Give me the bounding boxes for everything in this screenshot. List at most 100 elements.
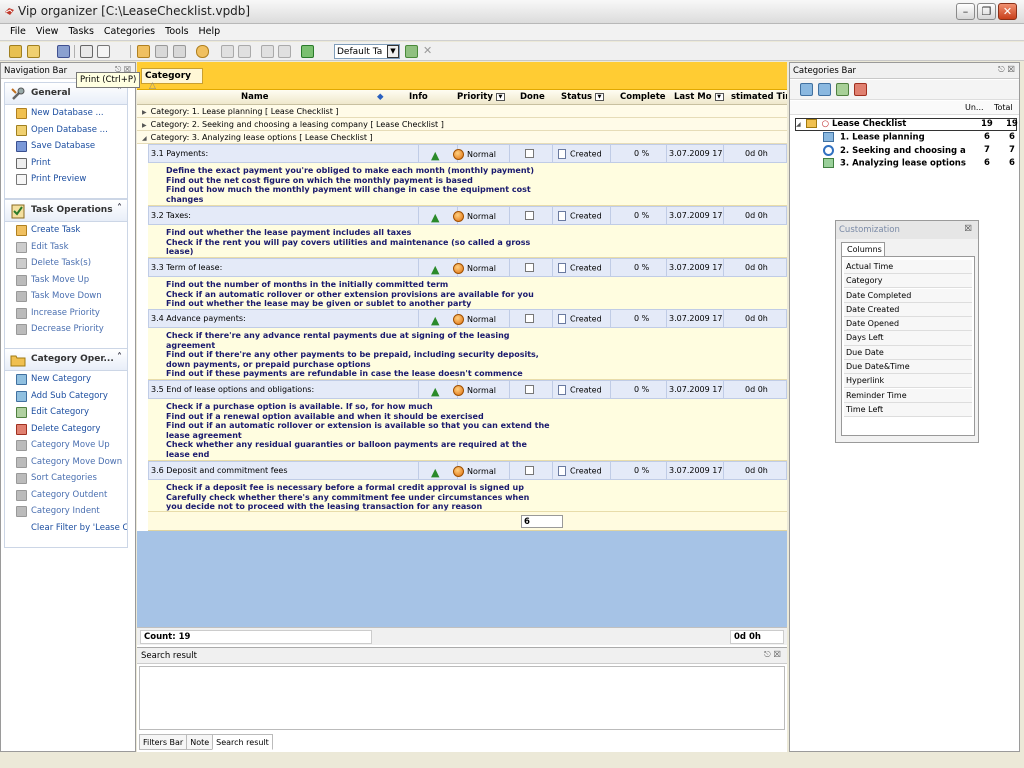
move-down-icon[interactable] — [238, 45, 251, 58]
task-row[interactable]: 3.3 Term of lease: ▲ Normal Created 0 % … — [148, 258, 787, 277]
nav-sort-categories[interactable]: Sort Categories — [5, 470, 127, 487]
task-priority[interactable]: Normal — [451, 207, 510, 224]
task-done[interactable] — [510, 145, 553, 162]
open-database-icon[interactable] — [27, 45, 40, 58]
filter-icon[interactable]: ▼ — [595, 92, 605, 101]
move-up-icon[interactable] — [221, 45, 234, 58]
column-option[interactable]: Date Completed — [844, 288, 972, 303]
link-icon[interactable] — [196, 45, 209, 58]
column-option[interactable]: Actual Time — [844, 260, 972, 275]
task-status[interactable]: Created — [553, 145, 611, 162]
delete-category-icon[interactable] — [854, 83, 867, 96]
task-done[interactable] — [510, 462, 553, 479]
menu-view[interactable]: View — [31, 24, 64, 37]
nav-open-database[interactable]: Open Database ... — [5, 122, 127, 139]
nav-decrease-priority[interactable]: Decrease Priority — [5, 321, 127, 338]
column-option[interactable]: Hyperlink — [844, 374, 972, 389]
task-done[interactable] — [510, 259, 553, 276]
done-checkbox[interactable] — [525, 149, 534, 158]
menu-tasks[interactable]: Tasks — [63, 24, 98, 37]
print-icon[interactable] — [80, 45, 93, 58]
column-info[interactable]: Info — [409, 92, 428, 102]
apply-view-icon[interactable] — [405, 45, 418, 58]
filter-icon[interactable]: ▼ — [495, 92, 505, 101]
tab-filters-bar[interactable]: Filters Bar — [139, 734, 188, 750]
close-button[interactable]: ✕ — [998, 3, 1017, 20]
collapse-arrow-icon[interactable]: ◢ — [796, 121, 801, 128]
nav-add-sub-category[interactable]: Add Sub Category — [5, 388, 127, 405]
info-diamond-icon[interactable]: ◆ — [377, 92, 384, 102]
task-status[interactable]: Created — [553, 462, 611, 479]
save-database-icon[interactable] — [57, 45, 70, 58]
column-estimated-time[interactable]: stimated Tim — [731, 92, 787, 102]
menu-file[interactable]: File — [5, 24, 31, 37]
task-row[interactable]: 3.2 Taxes: ▲ Normal Created 0 % 3.07.200… — [148, 206, 787, 225]
column-option[interactable]: Days Left — [844, 331, 972, 346]
menu-tools[interactable]: Tools — [160, 24, 193, 37]
group-row-seeking-company[interactable]: ▶ Category: 2. Seeking and choosing a lea… — [137, 118, 787, 131]
task-row[interactable]: 3.5 End of lease options and obligations… — [148, 380, 787, 399]
nav-clear-filter[interactable]: Clear Filter by 'Lease C... — [5, 520, 127, 537]
group-row-analyzing-options[interactable]: ◢ Category: 3. Analyzing lease options [ … — [137, 131, 787, 144]
expand-arrow-icon[interactable]: ▶ — [142, 109, 147, 116]
column-last-modified[interactable]: Last Mo ▼ — [674, 92, 724, 102]
nav-category-outdent[interactable]: Category Outdent — [5, 487, 127, 504]
task-priority[interactable]: Normal — [451, 381, 510, 398]
menu-help[interactable]: Help — [194, 24, 226, 37]
task-priority[interactable]: Normal — [451, 145, 510, 162]
nav-save-database[interactable]: Save Database — [5, 138, 127, 155]
add-sub-category-icon[interactable] — [818, 83, 831, 96]
nav-new-database[interactable]: New Database ... — [5, 105, 127, 122]
print-preview-icon[interactable] — [97, 45, 110, 58]
task-operations-header[interactable]: Task Operations ˄ — [5, 200, 127, 222]
menu-categories[interactable]: Categories — [99, 24, 160, 37]
tab-columns[interactable]: Columns — [841, 242, 885, 256]
nav-category-move-up[interactable]: Category Move Up — [5, 437, 127, 454]
expand-arrow-icon[interactable]: ▶ — [142, 122, 147, 129]
done-checkbox[interactable] — [525, 211, 534, 220]
nav-edit-task[interactable]: Edit Task — [5, 239, 127, 256]
nav-category-indent[interactable]: Category Indent — [5, 503, 127, 520]
close-icon[interactable]: ☒ — [964, 224, 972, 234]
column-uncompleted[interactable]: Un... — [965, 103, 984, 112]
category-node-analyzing-options[interactable]: 3. Analyzing lease options 6 6 — [823, 158, 1015, 171]
done-checkbox[interactable] — [525, 466, 534, 475]
pin-icon[interactable]: ⎋ ☒ — [998, 65, 1015, 75]
task-row[interactable]: 3.4 Advance payments: ▲ Normal Created 0… — [148, 309, 787, 328]
column-status[interactable]: Status ▼ — [561, 92, 605, 102]
pin-icon[interactable]: ⎋ ☒ — [764, 650, 781, 660]
task-status[interactable]: Created — [553, 381, 611, 398]
done-checkbox[interactable] — [525, 314, 534, 323]
task-done[interactable] — [510, 207, 553, 224]
column-priority[interactable]: Priority ▼ — [457, 92, 505, 102]
nav-print[interactable]: Print — [5, 155, 127, 172]
chevron-down-icon[interactable]: ▼ — [387, 45, 399, 58]
column-option[interactable]: Reminder Time — [844, 388, 972, 403]
column-option[interactable]: Category — [844, 274, 972, 289]
task-status[interactable]: Created — [553, 207, 611, 224]
nav-edit-category[interactable]: Edit Category — [5, 404, 127, 421]
nav-print-preview[interactable]: Print Preview — [5, 171, 127, 188]
column-option[interactable]: Due Date — [844, 345, 972, 360]
task-row[interactable]: 3.6 Deposit and commitment fees ▲ Normal… — [148, 461, 787, 480]
nav-category-move-down[interactable]: Category Move Down — [5, 454, 127, 471]
nav-task-move-up[interactable]: Task Move Up — [5, 272, 127, 289]
search-result-list[interactable] — [139, 666, 785, 730]
chevron-up-icon[interactable]: ˄ — [117, 203, 122, 214]
nav-create-task[interactable]: Create Task — [5, 222, 127, 239]
column-option[interactable]: Date Created — [844, 302, 972, 318]
group-row-lease-planning[interactable]: ▶ Category: 1. Lease planning [ Lease Che… — [137, 105, 787, 118]
minimize-button[interactable]: – — [956, 3, 975, 20]
new-category-icon[interactable] — [800, 83, 813, 96]
task-status[interactable]: Created — [553, 259, 611, 276]
category-node-lease-checklist[interactable]: ◢ ○ Lease Checklist 19 19 — [795, 118, 1018, 131]
decrease-priority-icon[interactable] — [278, 45, 291, 58]
chevron-up-icon[interactable]: ˄ — [117, 352, 122, 363]
column-name[interactable]: Name — [241, 92, 268, 102]
edit-category-icon[interactable] — [836, 83, 849, 96]
task-status[interactable]: Created — [553, 310, 611, 327]
filter-icon[interactable]: ▼ — [714, 92, 724, 101]
increase-priority-icon[interactable] — [261, 45, 274, 58]
column-option[interactable]: Date Opened — [844, 317, 972, 332]
tab-note[interactable]: Note — [186, 734, 214, 750]
